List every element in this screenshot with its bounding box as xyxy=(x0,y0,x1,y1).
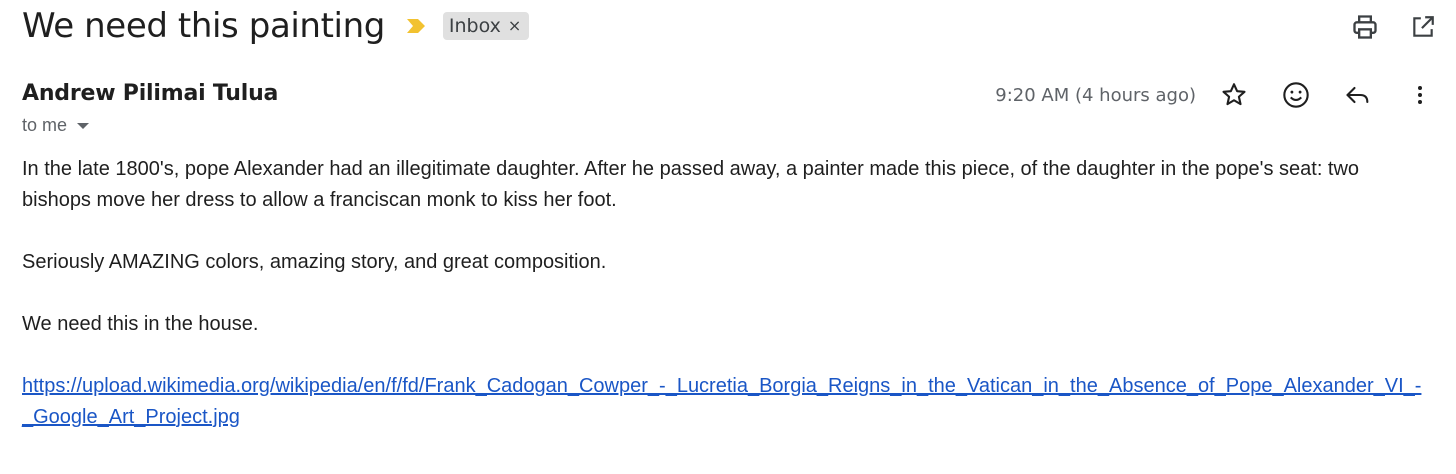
more-options-button[interactable] xyxy=(1400,75,1440,115)
recipients-toggle[interactable]: to me xyxy=(22,115,90,136)
remove-label-button[interactable]: × xyxy=(508,18,521,34)
email-subject: We need this painting xyxy=(22,6,385,46)
email-view: We need this painting Inbox × Andrew Pil… xyxy=(0,0,1456,474)
sender-name[interactable]: Andrew Pilimai Tulua xyxy=(22,81,278,106)
importance-marker-icon[interactable] xyxy=(405,17,427,35)
chevron-down-icon xyxy=(77,122,90,129)
star-icon xyxy=(1222,83,1246,106)
body-paragraph: Seriously AMAZING colors, amazing story,… xyxy=(22,251,607,273)
body-link-paragraph: https://upload.wikimedia.org/wikipedia/e… xyxy=(22,371,1432,433)
emoji-reaction-icon xyxy=(1283,82,1309,108)
open-in-new-window-button[interactable] xyxy=(1404,8,1442,46)
reply-button[interactable] xyxy=(1338,75,1378,115)
message-timestamp: 9:20 AM (4 hours ago) xyxy=(995,84,1196,106)
more-vertical-icon xyxy=(1418,86,1422,104)
message-meta: 9:20 AM (4 hours ago) xyxy=(995,75,1440,115)
body-paragraph: In the late 1800's, pope Alexander had a… xyxy=(22,158,1360,211)
subject-row: We need this painting Inbox × xyxy=(22,4,530,48)
inbox-label-chip[interactable]: Inbox × xyxy=(442,12,530,40)
top-actions xyxy=(1346,8,1442,46)
star-button[interactable] xyxy=(1214,75,1254,115)
recipients-label: to me xyxy=(22,115,68,135)
reply-icon xyxy=(1346,86,1369,104)
painting-link[interactable]: https://upload.wikimedia.org/wikipedia/e… xyxy=(22,375,1421,428)
print-button[interactable] xyxy=(1346,8,1384,46)
print-icon xyxy=(1353,15,1377,39)
add-reaction-button[interactable] xyxy=(1276,75,1316,115)
open-in-new-window-icon xyxy=(1413,16,1434,37)
body-paragraph: We need this in the house. xyxy=(22,313,259,335)
email-body: In the late 1800's, pope Alexander had a… xyxy=(22,154,1432,464)
label-chip-text: Inbox xyxy=(448,15,501,37)
